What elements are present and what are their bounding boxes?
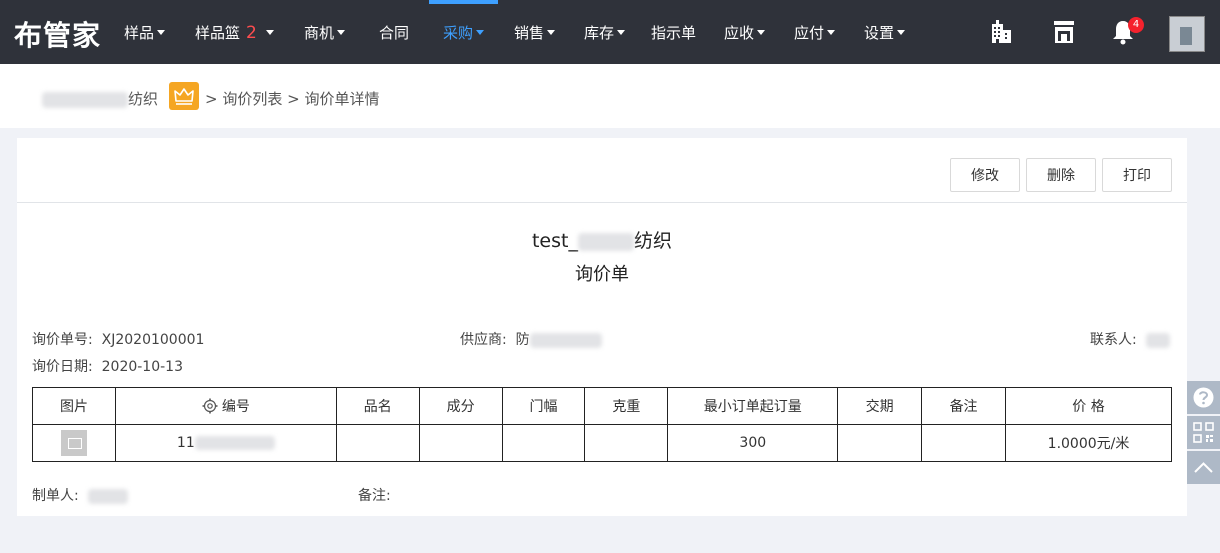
help-icon <box>1193 387 1214 408</box>
redacted-text <box>529 332 602 348</box>
delete-button[interactable]: 删除 <box>1026 158 1096 192</box>
vip-crown-icon <box>169 82 199 110</box>
nav-sales[interactable]: 销售 <box>514 0 556 64</box>
store-icon[interactable] <box>1050 18 1078 46</box>
column-header: 备注 <box>921 387 1007 425</box>
qr-code-button[interactable] <box>1187 416 1220 449</box>
contact: 联系人: <box>1090 329 1170 349</box>
breadcrumb[interactable]: > 询价列表 > 询价单详情 <box>205 88 379 109</box>
cell-delivery <box>837 424 923 462</box>
print-button[interactable]: 打印 <box>1102 158 1172 192</box>
breadcrumb-bar: 纺织 > 询价列表 > 询价单详情 <box>0 64 1220 128</box>
back-to-top-button[interactable] <box>1187 451 1220 484</box>
divider <box>17 202 1187 203</box>
notification-badge: 4 <box>1128 17 1144 33</box>
cell-code: 11 <box>114 424 337 462</box>
cell-image <box>32 424 116 462</box>
remark: 备注: <box>358 488 391 504</box>
column-header-code: 编号 <box>114 387 337 425</box>
nav-samples[interactable]: 样品 <box>124 0 166 64</box>
nav-inventory[interactable]: 库存 <box>584 0 626 64</box>
caret-down-icon <box>476 30 485 35</box>
caret-down-icon <box>897 30 906 35</box>
app-logo[interactable]: 布管家 <box>14 14 101 54</box>
help-button[interactable] <box>1187 381 1220 414</box>
nav-payables[interactable]: 应付 <box>794 0 836 64</box>
inquiry-number: 询价单号: XJ2020100001 <box>32 332 205 348</box>
caret-down-icon <box>827 30 836 35</box>
caret-down-icon <box>157 30 166 35</box>
document-title: 询价单 <box>575 264 629 285</box>
company-title: test_ 纺织 <box>531 230 672 252</box>
cell-moq: 300 <box>667 424 839 462</box>
nav-receivables[interactable]: 应收 <box>724 0 766 64</box>
nav-purchasing[interactable]: 采购 <box>428 0 499 64</box>
redacted-text <box>194 436 275 450</box>
cell-remark <box>921 424 1007 462</box>
caret-down-icon <box>757 30 766 35</box>
caret-down-icon <box>547 30 556 35</box>
qr-code-icon <box>1193 422 1214 443</box>
redacted-text <box>577 232 634 251</box>
image-placeholder-icon[interactable] <box>60 430 87 456</box>
cell-price: 1.0000元/米 <box>1005 424 1172 462</box>
gear-icon[interactable] <box>202 398 218 414</box>
table-row: 11 300 1.0000元/米 <box>32 424 1172 462</box>
cell-composition <box>418 424 503 462</box>
caret-down-icon <box>617 30 626 35</box>
column-header: 克重 <box>584 387 669 425</box>
column-header: 价 格 <box>1005 387 1172 425</box>
basket-count-badge: 2 <box>246 23 257 43</box>
cell-weight <box>584 424 669 462</box>
caret-down-icon <box>265 30 274 35</box>
breadcrumb-company[interactable]: 纺织 <box>42 88 158 109</box>
nav-contracts[interactable]: 合同 <box>379 0 409 64</box>
column-header: 交期 <box>837 387 923 425</box>
nav-opportunities[interactable]: 商机 <box>304 0 346 64</box>
avatar[interactable] <box>1169 16 1205 52</box>
redacted-text <box>42 91 128 108</box>
redacted-text <box>1145 332 1170 348</box>
inquiry-date: 询价日期: 2020-10-13 <box>32 359 183 375</box>
column-header: 最小订单起订量 <box>667 387 839 425</box>
cell-name <box>335 424 420 462</box>
chevron-up-icon <box>1194 462 1213 473</box>
nav-sample-basket[interactable]: 样品篮 2 <box>195 0 274 64</box>
table-header-row: 图片 编号 品名 成分 门幅 克重 最小订单起订量 交期 备注 价 格 <box>32 387 1172 425</box>
caret-down-icon <box>337 30 346 35</box>
inquiry-detail-card: 修改 删除 打印 test_ 纺织 询价单 询价单号: XJ2020100001 … <box>17 138 1187 516</box>
column-header: 图片 <box>32 387 116 425</box>
supplier: 供应商: 防 <box>460 329 602 349</box>
column-header: 成分 <box>418 387 503 425</box>
nav-instructions[interactable]: 指示单 <box>651 0 696 64</box>
top-nav-bar: 布管家 样品 样品篮 2 商机 合同 采购 销售 库存 指示单 应收 应付 设置 … <box>0 0 1220 64</box>
redacted-text <box>87 488 128 504</box>
nav-settings[interactable]: 设置 <box>864 0 906 64</box>
inquiry-items-table: 图片 编号 品名 成分 门幅 克重 最小订单起订量 交期 备注 价 格 11 3… <box>32 387 1172 462</box>
column-header: 门幅 <box>501 387 586 425</box>
building-icon[interactable] <box>987 18 1015 46</box>
column-header: 品名 <box>335 387 420 425</box>
edit-button[interactable]: 修改 <box>950 158 1020 192</box>
creator: 制单人: <box>32 485 128 505</box>
cell-width <box>501 424 586 462</box>
